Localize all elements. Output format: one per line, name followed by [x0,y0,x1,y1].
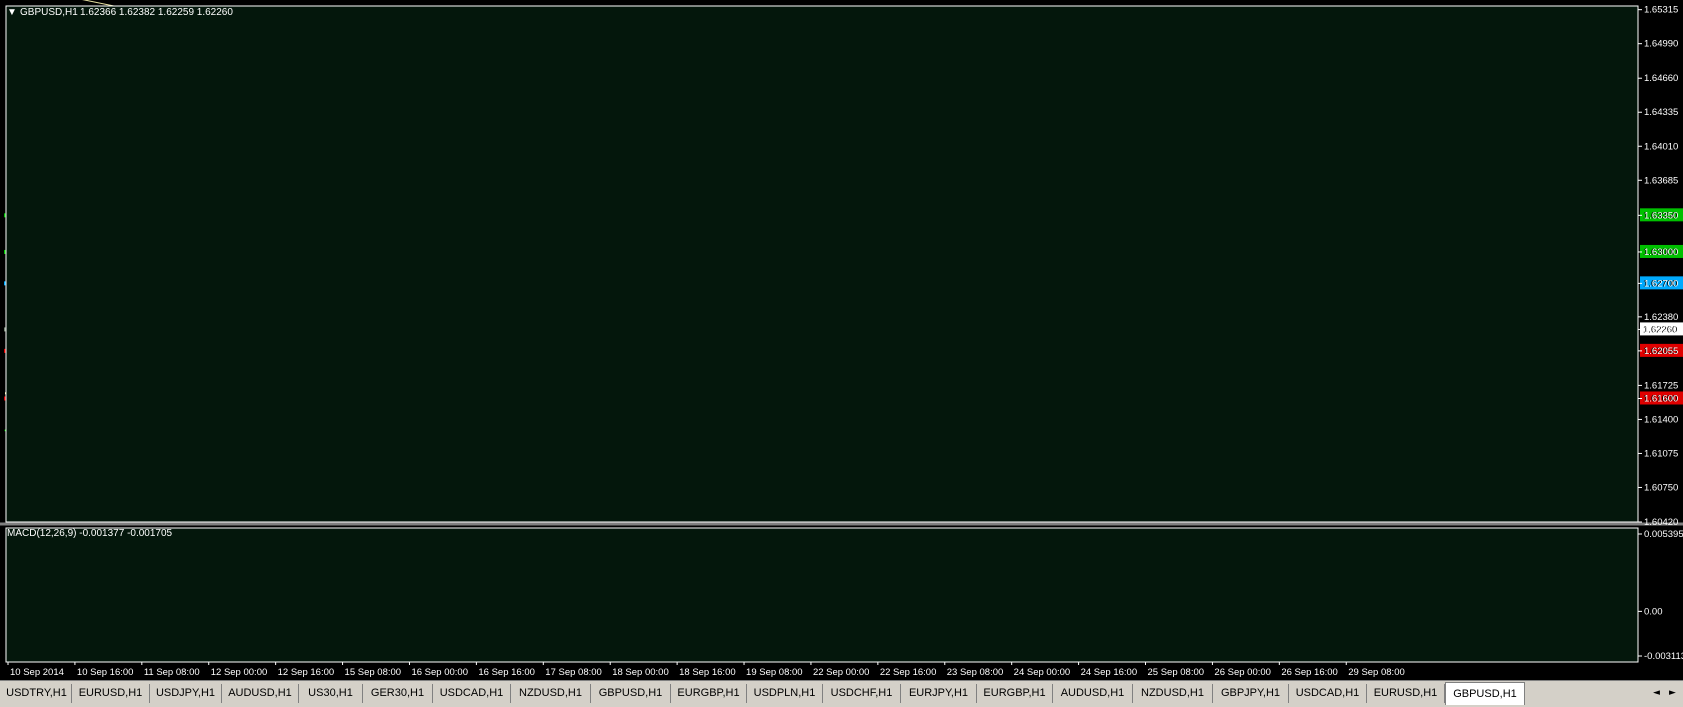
chart-tab-audusd-h1[interactable]: AUDUSD,H1 [222,684,299,703]
price-axis-label: 1.64335 [1644,107,1678,118]
chart-menu-icon[interactable]: ▼ [7,7,17,18]
chart-tab-usdcad-h1[interactable]: USDCAD,H1 [433,684,511,703]
chart-tab-bar: USDTRY,H1 EURUSD,H1 USDJPY,H1 AUDUSD,H1 US30… [0,680,1683,707]
chart-tab-us30-h1[interactable]: US30,H1 [299,684,363,703]
time-axis-label: 12 Sep 00:00 [211,667,268,678]
time-axis-label: 29 Sep 08:00 [1348,667,1405,678]
price-axis-label: 1.64660 [1644,73,1678,84]
chart-tab-eurgbp-h1[interactable]: EURGBP,H1 [671,684,747,703]
price-axis-label: 1.65315 [1644,5,1678,16]
symbol-label: GBPUSD,H1 [20,7,78,18]
time-axis-label: 22 Sep 00:00 [813,667,870,678]
time-axis-label: 10 Sep 2014 [10,667,64,678]
tab-scroll-buttons: ◄ ► [1649,685,1681,703]
quote-values: 1.62366 1.62382 1.62259 1.62260 [80,7,233,18]
price-axis-label: 1.62055 [1644,346,1678,357]
time-axis-label: 24 Sep 00:00 [1014,667,1071,678]
price-axis-label: 1.62700 [1644,278,1678,289]
time-axis-label: 22 Sep 16:00 [880,667,937,678]
chart-tab-gbpusd-h1[interactable]: GBPUSD,H1 [591,684,671,703]
scroll-right-icon[interactable]: ► [1665,685,1680,702]
chart-tab-eurgbp-h1[interactable]: EURGBP,H1 [977,684,1053,703]
chart-canvas[interactable]: 1.63350 1.63000 1.62700 1.62260 1.62055 1.616… [0,0,1683,680]
time-axis-label: 10 Sep 16:00 [77,667,134,678]
chart-tab-ger30-h1[interactable]: GER30,H1 [363,684,433,703]
price-axis-label: 1.64010 [1644,141,1678,152]
time-axis-label: 16 Sep 00:00 [411,667,468,678]
time-axis-label: 23 Sep 08:00 [947,667,1004,678]
macd-axis-label: 0.005395 [1644,529,1683,540]
time-axis-label: 18 Sep 00:00 [612,667,669,678]
time-axis-label: 25 Sep 08:00 [1148,667,1205,678]
chart-tab-audusd-h1[interactable]: AUDUSD,H1 [1053,684,1133,703]
chart-tab-eurusd-h1[interactable]: EURUSD,H1 [1367,684,1445,703]
chart-area[interactable]: 1.63350 1.63000 1.62700 1.62260 1.62055 1.616… [0,0,1683,680]
time-axis-label: 17 Sep 08:00 [545,667,602,678]
time-axis-label: 26 Sep 16:00 [1281,667,1338,678]
price-axis-label: 1.61400 [1644,414,1678,425]
price-axis-label: 1.60420 [1644,517,1678,528]
time-axis-label: 12 Sep 16:00 [278,667,335,678]
time-axis-label: 16 Sep 16:00 [478,667,535,678]
price-axis-label: 1.60750 [1644,482,1678,493]
price-panel-frame [5,5,1639,523]
chart-tab-eurusd-h1[interactable]: EURUSD,H1 [72,684,150,703]
time-axis-label: 19 Sep 08:00 [746,667,803,678]
price-axis-label: 1.62380 [1644,312,1678,323]
price-axis-label: 1.62260 [1644,324,1678,335]
price-axis-label: 1.63685 [1644,175,1678,186]
chart-tab-usdchf-h1[interactable]: USDCHF,H1 [823,684,901,703]
price-axis-label: 1.63350 [1644,210,1678,221]
time-axis-label: 26 Sep 00:00 [1214,667,1271,678]
axes: 1.65315 1.64990 1.64660 1.64335 1.64010 1.636… [0,5,1683,678]
chart-tab-eurjpy-h1[interactable]: EURJPY,H1 [901,684,977,703]
price-axis-label: 1.64990 [1644,39,1678,50]
time-axis-label: 11 Sep 08:00 [144,667,200,678]
chart-tab-usdtry-h1[interactable]: USDTRY,H1 [2,684,72,703]
scroll-left-icon[interactable]: ◄ [1649,685,1664,702]
chart-tab-nzdusd-h1[interactable]: NZDUSD,H1 [1133,684,1213,703]
macd-axis-label: -0.003113 [1644,651,1683,662]
price-axis-label: 1.61075 [1644,448,1678,459]
chart-tab-nzdusd-h1[interactable]: NZDUSD,H1 [511,684,591,703]
price-axis-label: 1.61725 [1644,380,1678,391]
chart-tab-usdcad-h1[interactable]: USDCAD,H1 [1289,684,1367,703]
price-axis-label: 1.63000 [1644,247,1678,258]
time-axis-label: 24 Sep 16:00 [1081,667,1138,678]
macd-panel-frame [5,527,1639,663]
macd-axis-label: 0.00 [1644,606,1663,617]
chart-tab-gbpusd-h1[interactable]: GBPUSD,H1 [1445,682,1525,705]
chart-tab-usdjpy-h1[interactable]: USDJPY,H1 [150,684,222,703]
time-axis-label: 15 Sep 08:00 [345,667,402,678]
macd-label: MACD(12,26,9) -0.001377 -0.001705 [7,528,173,539]
terminal-window: 1.63350 1.63000 1.62700 1.62260 1.62055 1.616… [0,0,1683,707]
chart-tab-gbpjpy-h1[interactable]: GBPJPY,H1 [1213,684,1289,703]
chart-tab-usdpln-h1[interactable]: USDPLN,H1 [747,684,823,703]
price-axis-label: 1.61600 [1644,393,1678,404]
time-axis-label: 18 Sep 16:00 [679,667,736,678]
